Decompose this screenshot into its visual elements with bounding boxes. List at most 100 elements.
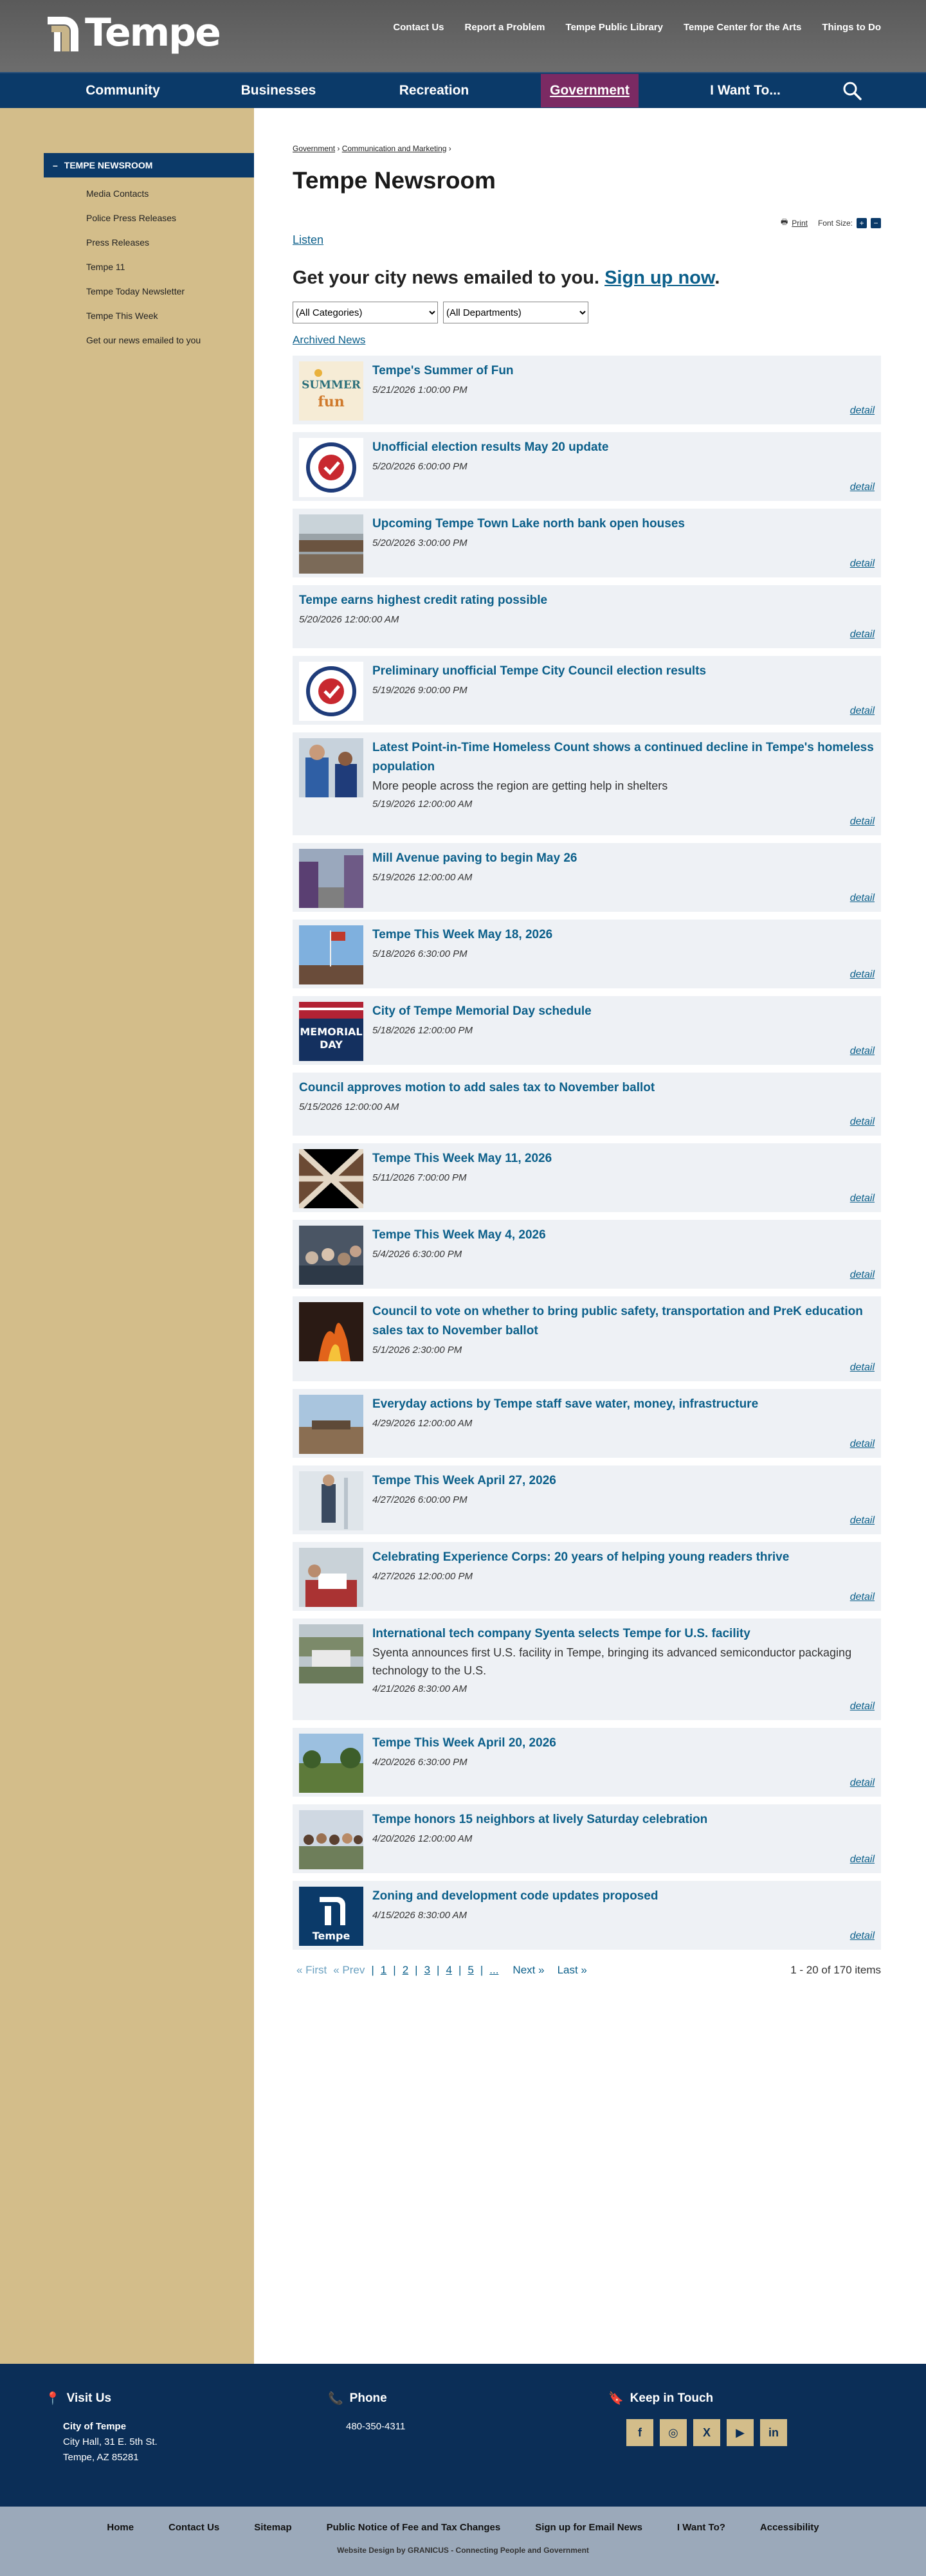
font-decrease-button[interactable]: − bbox=[871, 217, 881, 228]
news-title-link[interactable]: International tech company Syenta select… bbox=[372, 1627, 750, 1640]
news-thumbnail[interactable] bbox=[299, 1734, 363, 1793]
listen-link[interactable]: Listen bbox=[293, 233, 323, 247]
breadcrumb-government[interactable]: Government bbox=[293, 144, 335, 153]
news-detail-link[interactable]: detail bbox=[850, 1701, 875, 1712]
news-detail-link[interactable]: detail bbox=[850, 1193, 875, 1204]
news-detail-link[interactable]: detail bbox=[850, 629, 875, 640]
news-detail-link[interactable]: detail bbox=[850, 969, 875, 981]
instagram-icon[interactable]: ◎ bbox=[660, 2419, 687, 2446]
facebook-icon[interactable]: f bbox=[626, 2419, 653, 2446]
youtube-icon[interactable]: ▶ bbox=[727, 2419, 754, 2446]
sidebar-item-media-contacts[interactable]: Media Contacts bbox=[86, 181, 254, 206]
news-detail-link[interactable]: detail bbox=[850, 705, 875, 717]
nav-businesses[interactable]: Businesses bbox=[201, 74, 356, 107]
news-detail-link[interactable]: detail bbox=[850, 1438, 875, 1450]
pager-more[interactable]: ... bbox=[489, 1964, 498, 1977]
news-thumbnail[interactable] bbox=[299, 849, 363, 908]
sidebar-item-newsletter[interactable]: Tempe Today Newsletter bbox=[86, 279, 254, 304]
news-title-link[interactable]: Tempe's Summer of Fun bbox=[372, 364, 514, 377]
news-title-link[interactable]: Unofficial election results May 20 updat… bbox=[372, 440, 608, 454]
sidebar-item-email-news[interactable]: Get our news emailed to you bbox=[86, 328, 254, 352]
news-title-link[interactable]: Tempe This Week April 20, 2026 bbox=[372, 1736, 556, 1750]
bottom-link-i-want-to[interactable]: I Want To? bbox=[677, 2522, 725, 2533]
search-icon[interactable] bbox=[823, 81, 881, 100]
news-detail-link[interactable]: detail bbox=[850, 816, 875, 828]
news-thumbnail[interactable] bbox=[299, 1548, 363, 1607]
pager-first[interactable]: « First bbox=[296, 1964, 327, 1977]
bottom-link-email-news[interactable]: Sign up for Email News bbox=[535, 2522, 642, 2533]
news-thumbnail[interactable] bbox=[299, 1302, 363, 1361]
category-select[interactable]: (All Categories) bbox=[293, 302, 438, 323]
sidebar-item-tempe-11[interactable]: Tempe 11 bbox=[86, 255, 254, 279]
news-detail-link[interactable]: detail bbox=[850, 1046, 875, 1057]
bottom-link-accessibility[interactable]: Accessibility bbox=[760, 2522, 819, 2533]
news-title-link[interactable]: Council approves motion to add sales tax… bbox=[299, 1081, 655, 1094]
news-detail-link[interactable]: detail bbox=[850, 558, 875, 570]
news-detail-link[interactable]: detail bbox=[850, 405, 875, 417]
news-thumbnail[interactable]: SUMMER fun bbox=[299, 361, 363, 421]
utility-link-contact[interactable]: Contact Us bbox=[393, 22, 444, 33]
news-thumbnail[interactable] bbox=[299, 1471, 363, 1530]
bottom-link-home[interactable]: Home bbox=[107, 2522, 134, 2533]
sidebar-item-this-week[interactable]: Tempe This Week bbox=[86, 304, 254, 328]
news-title-link[interactable]: Tempe This Week May 18, 2026 bbox=[372, 928, 552, 941]
x-twitter-icon[interactable]: X bbox=[693, 2419, 720, 2446]
sidebar-item-police-press[interactable]: Police Press Releases bbox=[86, 206, 254, 230]
pager-page-2[interactable]: 2 bbox=[403, 1964, 408, 1977]
utility-link-things[interactable]: Things to Do bbox=[822, 22, 881, 33]
news-title-link[interactable]: City of Tempe Memorial Day schedule bbox=[372, 1004, 592, 1018]
news-detail-link[interactable]: detail bbox=[850, 893, 875, 904]
pager-next[interactable]: Next » bbox=[513, 1964, 544, 1977]
utility-link-library[interactable]: Tempe Public Library bbox=[566, 22, 663, 33]
linkedin-icon[interactable]: in bbox=[760, 2419, 787, 2446]
print-icon[interactable]: 🖶 bbox=[781, 216, 788, 230]
pager-last[interactable]: Last » bbox=[558, 1964, 587, 1977]
pager-page-5[interactable]: 5 bbox=[468, 1964, 473, 1977]
nav-community[interactable]: Community bbox=[45, 74, 201, 107]
news-thumbnail[interactable] bbox=[299, 438, 363, 497]
pager-page-3[interactable]: 3 bbox=[424, 1964, 430, 1977]
tempe-logo[interactable]: Tempe bbox=[45, 13, 221, 53]
news-detail-link[interactable]: detail bbox=[850, 482, 875, 493]
font-increase-button[interactable]: + bbox=[857, 217, 867, 228]
utility-link-report[interactable]: Report a Problem bbox=[465, 22, 545, 33]
news-thumbnail[interactable] bbox=[299, 738, 363, 797]
bottom-link-sitemap[interactable]: Sitemap bbox=[254, 2522, 291, 2533]
sidebar-item-press-releases[interactable]: Press Releases bbox=[86, 230, 254, 255]
news-thumbnail[interactable] bbox=[299, 1395, 363, 1454]
news-title-link[interactable]: Tempe This Week May 4, 2026 bbox=[372, 1228, 546, 1242]
breadcrumb-communication[interactable]: Communication and Marketing bbox=[342, 144, 447, 153]
utility-link-arts[interactable]: Tempe Center for the Arts bbox=[684, 22, 801, 33]
bottom-link-public-notice[interactable]: Public Notice of Fee and Tax Changes bbox=[327, 2522, 501, 2533]
news-detail-link[interactable]: detail bbox=[850, 1930, 875, 1942]
news-title-link[interactable]: Tempe This Week April 27, 2026 bbox=[372, 1474, 556, 1487]
news-detail-link[interactable]: detail bbox=[850, 1777, 875, 1789]
department-select[interactable]: (All Departments) bbox=[443, 302, 588, 323]
news-thumbnail[interactable] bbox=[299, 514, 363, 574]
news-title-link[interactable]: Preliminary unofficial Tempe City Counci… bbox=[372, 664, 706, 678]
bottom-link-contact[interactable]: Contact Us bbox=[168, 2522, 219, 2533]
news-thumbnail[interactable] bbox=[299, 1624, 363, 1683]
news-title-link[interactable]: Zoning and development code updates prop… bbox=[372, 1889, 658, 1903]
news-title-link[interactable]: Latest Point-in-Time Homeless Count show… bbox=[372, 741, 874, 774]
news-detail-link[interactable]: detail bbox=[850, 1269, 875, 1281]
news-title-link[interactable]: Tempe honors 15 neighbors at lively Satu… bbox=[372, 1813, 707, 1826]
news-title-link[interactable]: Celebrating Experience Corps: 20 years o… bbox=[372, 1550, 789, 1564]
news-title-link[interactable]: Upcoming Tempe Town Lake north bank open… bbox=[372, 517, 685, 531]
news-thumbnail[interactable] bbox=[299, 1226, 363, 1285]
sidebar-heading[interactable]: – TEMPE NEWSROOM bbox=[44, 153, 254, 177]
news-thumbnail[interactable]: MEMORIAL DAY bbox=[299, 1002, 363, 1061]
news-title-link[interactable]: Tempe This Week May 11, 2026 bbox=[372, 1152, 552, 1165]
pager-prev[interactable]: « Prev bbox=[333, 1964, 365, 1977]
nav-recreation[interactable]: Recreation bbox=[356, 74, 512, 107]
news-title-link[interactable]: Tempe earns highest credit rating possib… bbox=[299, 594, 547, 607]
pager-page-1[interactable]: 1 bbox=[381, 1964, 386, 1977]
news-detail-link[interactable]: detail bbox=[850, 1116, 875, 1128]
archived-news-link[interactable]: Archived News bbox=[293, 334, 365, 347]
news-detail-link[interactable]: detail bbox=[850, 1515, 875, 1527]
news-thumbnail[interactable] bbox=[299, 1810, 363, 1869]
news-thumbnail[interactable]: Tempe bbox=[299, 1887, 363, 1946]
pager-page-4[interactable]: 4 bbox=[446, 1964, 451, 1977]
news-thumbnail[interactable] bbox=[299, 925, 363, 984]
nav-i-want-to[interactable]: I Want To... bbox=[667, 74, 823, 107]
